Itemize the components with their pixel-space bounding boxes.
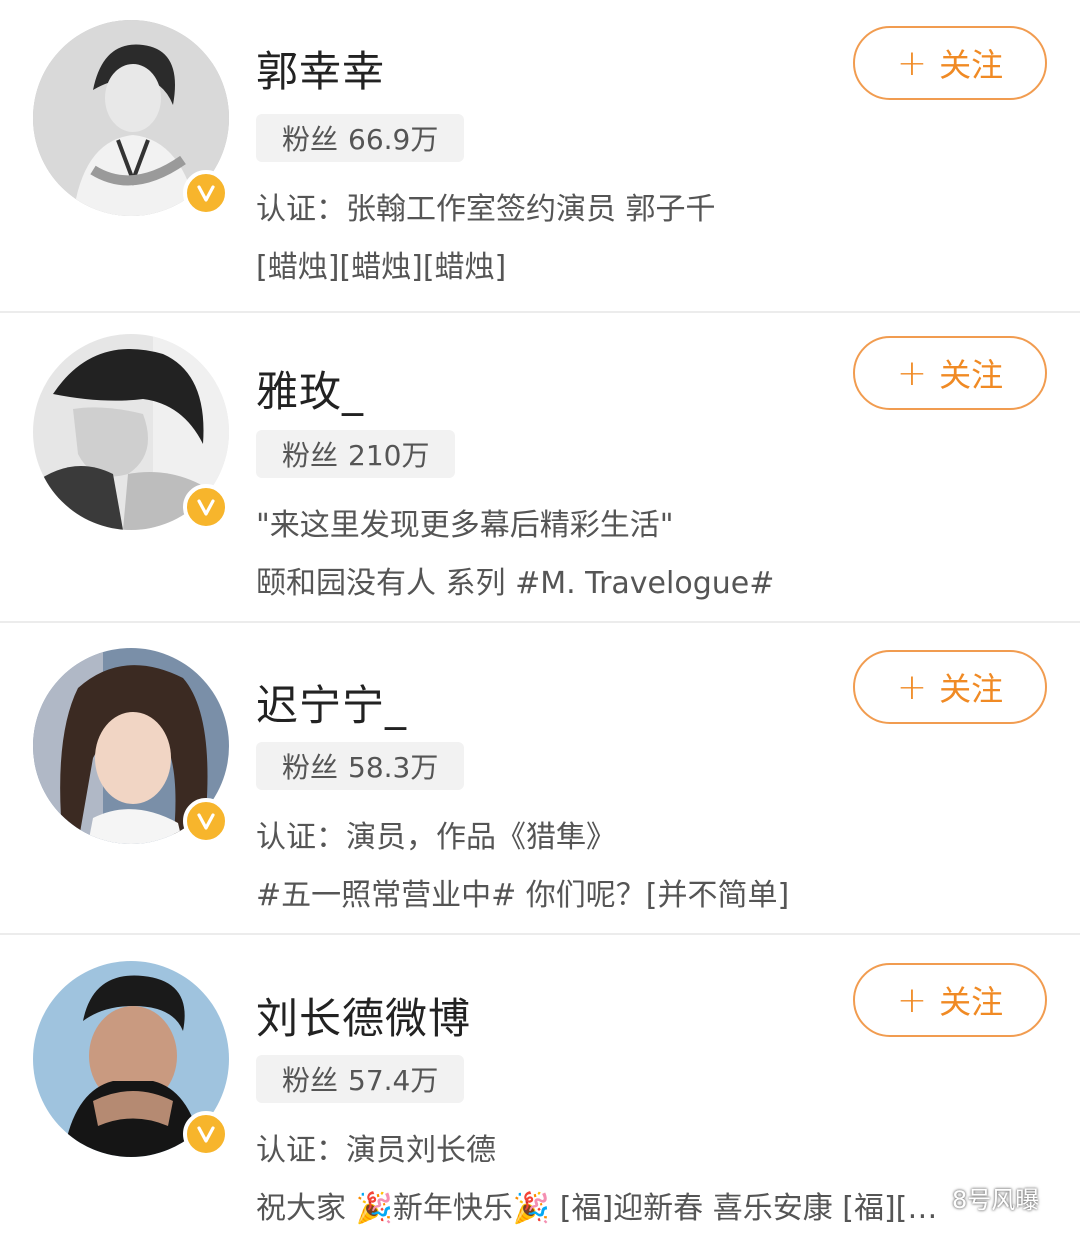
user-name[interactable]: 刘长德微博: [256, 985, 471, 1046]
follow-button[interactable]: + 关注: [853, 26, 1047, 100]
user-row[interactable]: 雅玫_ 粉丝 210万 "来这里发现更多幕后精彩生活" 颐和园没有人 系列 #M.…: [0, 310, 1080, 623]
fans-count-badge: 粉丝 210万: [256, 430, 456, 478]
verified-v-icon: [183, 798, 229, 844]
plus-icon: +: [896, 979, 928, 1021]
verification-text: 认证：演员，作品《猎隼》: [256, 820, 616, 855]
follow-button[interactable]: + 关注: [853, 963, 1047, 1037]
verification-text: 认证：演员刘长德: [256, 1133, 496, 1168]
user-row[interactable]: 郭幸幸 粉丝 66.9万 认证：张翰工作室签约演员 郭子千 [蜡烛][蜡烛][蜡烛…: [0, 0, 1080, 313]
latest-post-text: [蜡烛][蜡烛][蜡烛]: [256, 250, 507, 285]
verification-text: 认证：张翰工作室签约演员 郭子千: [256, 192, 716, 227]
fans-count: 57.4万: [348, 1064, 439, 1097]
user-name[interactable]: 雅玫_: [256, 358, 364, 419]
fans-count-badge: 粉丝 58.3万: [256, 742, 465, 790]
fans-count-badge: 粉丝 57.4万: [256, 1055, 465, 1103]
user-name[interactable]: 郭幸幸: [256, 38, 385, 99]
verified-v-icon: [183, 1111, 229, 1157]
fans-label: 粉丝: [282, 751, 339, 784]
wechat-icon: [922, 1187, 948, 1208]
latest-post-text: 颐和园没有人 系列 #M. Travelogue#: [256, 566, 775, 601]
follow-button[interactable]: + 关注: [853, 336, 1047, 410]
fans-count: 66.9万: [348, 123, 439, 156]
user-row[interactable]: 刘长德微博 粉丝 57.4万 认证：演员刘长德 祝大家 🎉新年快乐🎉 [福]迎新春…: [0, 935, 1080, 1248]
watermark-text: 8号风曝: [952, 1186, 1040, 1214]
plus-icon: +: [896, 352, 928, 394]
avatar[interactable]: [33, 648, 229, 844]
avatar[interactable]: [33, 961, 229, 1157]
plus-icon: +: [896, 42, 928, 84]
latest-post-text: 祝大家 🎉新年快乐🎉 [福]迎新春 喜乐安康 [福][…: [256, 1191, 938, 1226]
fans-label: 粉丝: [282, 439, 339, 472]
verified-v-icon: [183, 484, 229, 530]
avatar[interactable]: [33, 20, 229, 216]
fans-count-badge: 粉丝 66.9万: [256, 114, 465, 162]
avatar[interactable]: [33, 334, 229, 530]
verified-v-icon: [183, 170, 229, 216]
fans-label: 粉丝: [282, 123, 339, 156]
follow-label: 关注: [939, 670, 1004, 708]
fans-label: 粉丝: [282, 1064, 339, 1097]
follow-label: 关注: [939, 46, 1004, 84]
user-row[interactable]: 迟宁宁_ 粉丝 58.3万 认证：演员，作品《猎隼》 #五一照常营业中# 你们呢？…: [0, 622, 1080, 935]
follow-button[interactable]: + 关注: [853, 650, 1047, 724]
latest-post-text: #五一照常营业中# 你们呢？[并不简单]: [256, 878, 790, 913]
watermark: 8号风曝: [922, 1180, 1039, 1215]
fans-count: 58.3万: [348, 751, 439, 784]
plus-icon: +: [896, 666, 928, 708]
follow-label: 关注: [939, 356, 1004, 394]
description-text: "来这里发现更多幕后精彩生活": [256, 508, 674, 543]
follow-label: 关注: [939, 983, 1004, 1021]
fans-count: 210万: [348, 439, 430, 472]
user-name[interactable]: 迟宁宁_: [256, 672, 407, 733]
